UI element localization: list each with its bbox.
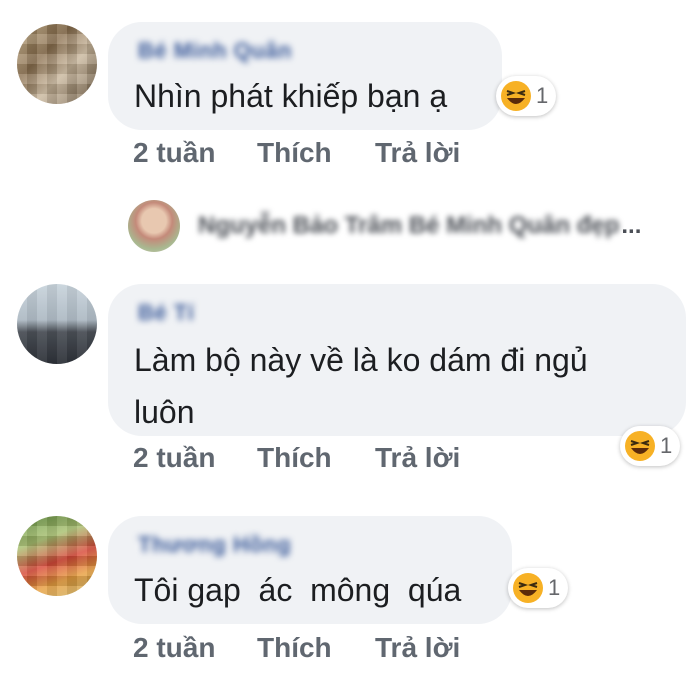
comment-meta: 2 tuần Thích Trả lời	[133, 442, 460, 474]
comment-author[interactable]: Bé Tí	[138, 300, 194, 326]
comment-author[interactable]: Bé Minh Quân	[138, 38, 292, 64]
comment-meta: 2 tuần Thích Trả lời	[133, 137, 460, 169]
like-link[interactable]: Thích	[257, 632, 375, 664]
comment-time[interactable]: 2 tuần	[133, 442, 257, 474]
reply-preview-ellipsis: ...	[621, 212, 642, 239]
laughing-emoji-icon	[625, 431, 655, 461]
like-link[interactable]: Thích	[257, 137, 375, 169]
reply-preview-text: Nguyễn Bảo Trâm Bé Minh Quân đẹp	[198, 212, 620, 239]
reply-link[interactable]: Trả lời	[375, 137, 460, 169]
like-link[interactable]: Thích	[257, 442, 375, 474]
reaction-badge[interactable]: 1	[620, 426, 681, 466]
laughing-emoji-icon	[513, 573, 543, 603]
comment-bubble: Thương Hồng Tôi gap ác mông qúa	[108, 516, 512, 624]
comment-meta: 2 tuần Thích Trả lời	[133, 632, 460, 664]
avatar[interactable]	[17, 516, 97, 596]
comment-bubble: Bé Tí Làm bộ này về là ko dám đi ngủ luô…	[108, 284, 686, 436]
reaction-badge[interactable]: 1	[508, 568, 569, 608]
comment-text: Làm bộ này về là ko dám đi ngủ luôn	[134, 342, 588, 430]
reply-avatar	[128, 200, 180, 252]
reply-link[interactable]: Trả lời	[375, 442, 460, 474]
reaction-count: 1	[660, 433, 673, 458]
avatar[interactable]	[17, 284, 97, 364]
reaction-count: 1	[536, 83, 549, 108]
comment-text: Nhìn phát khiếp bạn ạ	[134, 78, 448, 114]
reply-preview[interactable]: Nguyễn Bảo Trâm Bé Minh Quân đẹp ...	[128, 200, 641, 252]
comment-text: Tôi gap ác mông qúa	[134, 572, 462, 608]
comment-author[interactable]: Thương Hồng	[138, 532, 291, 558]
reaction-count: 1	[548, 575, 561, 600]
reply-link[interactable]: Trả lời	[375, 632, 460, 664]
comment-time[interactable]: 2 tuần	[133, 137, 257, 169]
comment-time[interactable]: 2 tuần	[133, 632, 257, 664]
avatar[interactable]	[17, 24, 97, 104]
reaction-badge[interactable]: 1	[496, 76, 557, 116]
comment-bubble: Bé Minh Quân Nhìn phát khiếp bạn ạ	[108, 22, 502, 130]
laughing-emoji-icon	[501, 81, 531, 111]
